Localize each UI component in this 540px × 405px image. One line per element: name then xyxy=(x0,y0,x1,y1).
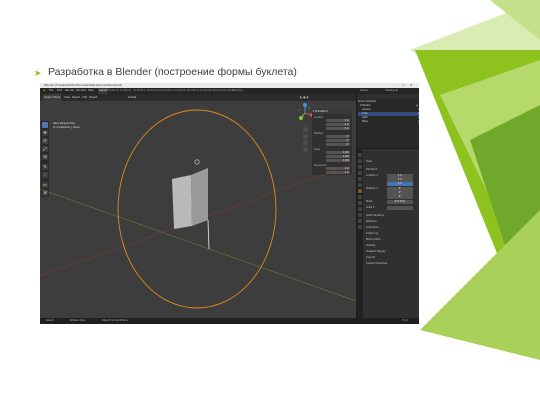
constraints-tab-icon[interactable] xyxy=(358,213,362,217)
viewport-menu-select[interactable]: Select xyxy=(72,94,80,101)
3d-cursor-icon[interactable] xyxy=(194,159,200,165)
physics-tab-icon[interactable] xyxy=(358,207,362,211)
outliner-panel: Scene Collection Collection◉ Camera◉ Cub… xyxy=(357,94,419,148)
object-tab-icon[interactable] xyxy=(358,189,362,193)
outliner-header xyxy=(357,94,419,99)
properties-section[interactable]: Relations xyxy=(366,220,377,223)
properties-editor: Cube Transform Location X 0 m 0 m 0 m Ro… xyxy=(357,149,419,318)
properties-object-name[interactable]: Cube xyxy=(366,160,372,163)
properties-section[interactable]: Custom Properties xyxy=(366,262,387,265)
properties-section[interactable]: Collections xyxy=(366,226,379,229)
properties-section[interactable]: Delta Transform xyxy=(366,214,384,217)
prop-scale-x[interactable] xyxy=(387,206,413,210)
blender-screenshot: Blender [C:\Users\Admin\Documents\Буклет… xyxy=(40,83,419,324)
properties-section[interactable]: Visibility xyxy=(366,244,376,247)
properties-section-transform[interactable]: Transform xyxy=(366,168,377,171)
viewport-menu-object[interactable]: Object xyxy=(89,94,97,101)
booklet-panel-right[interactable] xyxy=(191,168,208,226)
properties-section[interactable]: Line Art xyxy=(366,256,375,259)
status-hint-select: Select xyxy=(46,319,54,322)
mode-dropdown[interactable]: Object Mode xyxy=(43,94,62,101)
shading-mode-icon[interactable]: ◐ ● ◑ xyxy=(300,94,308,101)
data-tab-icon[interactable] xyxy=(358,219,362,223)
properties-section[interactable]: Instancing xyxy=(366,232,378,235)
transform-orientation-dropdown[interactable]: Global xyxy=(128,94,136,101)
properties-section[interactable]: Viewport Display xyxy=(366,250,385,253)
world-tab-icon[interactable] xyxy=(358,183,362,187)
prop-rotation-z[interactable]: 0° xyxy=(387,195,413,199)
status-hint-context: Object Context Menu xyxy=(102,319,129,322)
status-bar: Select Rotate View Object Context Menu 3… xyxy=(40,318,419,324)
eye-icon[interactable]: ◉ xyxy=(418,120,419,124)
modifier-tab-icon[interactable] xyxy=(358,195,362,199)
bullet-arrow-icon: ➤ xyxy=(34,68,42,78)
viewport-scene xyxy=(40,109,356,309)
booklet-panel-left[interactable] xyxy=(172,175,192,229)
slide-title: Разработка в Blender (построение формы б… xyxy=(48,66,297,78)
output-tab-icon[interactable] xyxy=(358,165,362,169)
scene-tab-icon[interactable] xyxy=(358,177,362,181)
outliner-row[interactable]: Plane◉ xyxy=(358,120,419,124)
prop-location-z[interactable]: 0 m xyxy=(387,182,413,186)
properties-location-label: Location X xyxy=(366,174,379,177)
properties-tabs xyxy=(357,149,363,318)
view-layer-tab-icon[interactable] xyxy=(358,171,362,175)
render-tab-icon[interactable] xyxy=(358,159,362,163)
properties-rotation-label: Rotation X xyxy=(366,187,378,190)
status-hint-rotate: Rotate View xyxy=(70,319,85,322)
viewport-menu-add[interactable]: Add xyxy=(82,94,87,101)
status-version: 3.4.1 xyxy=(402,319,409,322)
viewport-menu-view[interactable]: View xyxy=(64,94,70,101)
particles-tab-icon[interactable] xyxy=(358,201,362,205)
properties-scale-label: Scale X xyxy=(366,206,375,209)
tool-tab-icon[interactable] xyxy=(358,153,362,157)
3d-viewport[interactable]: ⬚ ✥ ⟳ ⤢ ⊞ ✎ ⟋ ▭ ⊕ User Perspective (1) C… xyxy=(40,101,356,318)
rotation-mode-dropdown[interactable]: XYZ Euler xyxy=(387,200,413,204)
material-tab-icon[interactable] xyxy=(358,225,362,229)
viewport-header: Object Mode View Select Add Object Globa… xyxy=(40,94,356,101)
presentation-slide: ➤ Разработка в Blender (построение формы… xyxy=(0,0,540,405)
booklet-edge xyxy=(207,219,210,250)
properties-section[interactable]: Motion Paths xyxy=(366,238,381,241)
properties-mode-label: Mode xyxy=(366,200,373,203)
